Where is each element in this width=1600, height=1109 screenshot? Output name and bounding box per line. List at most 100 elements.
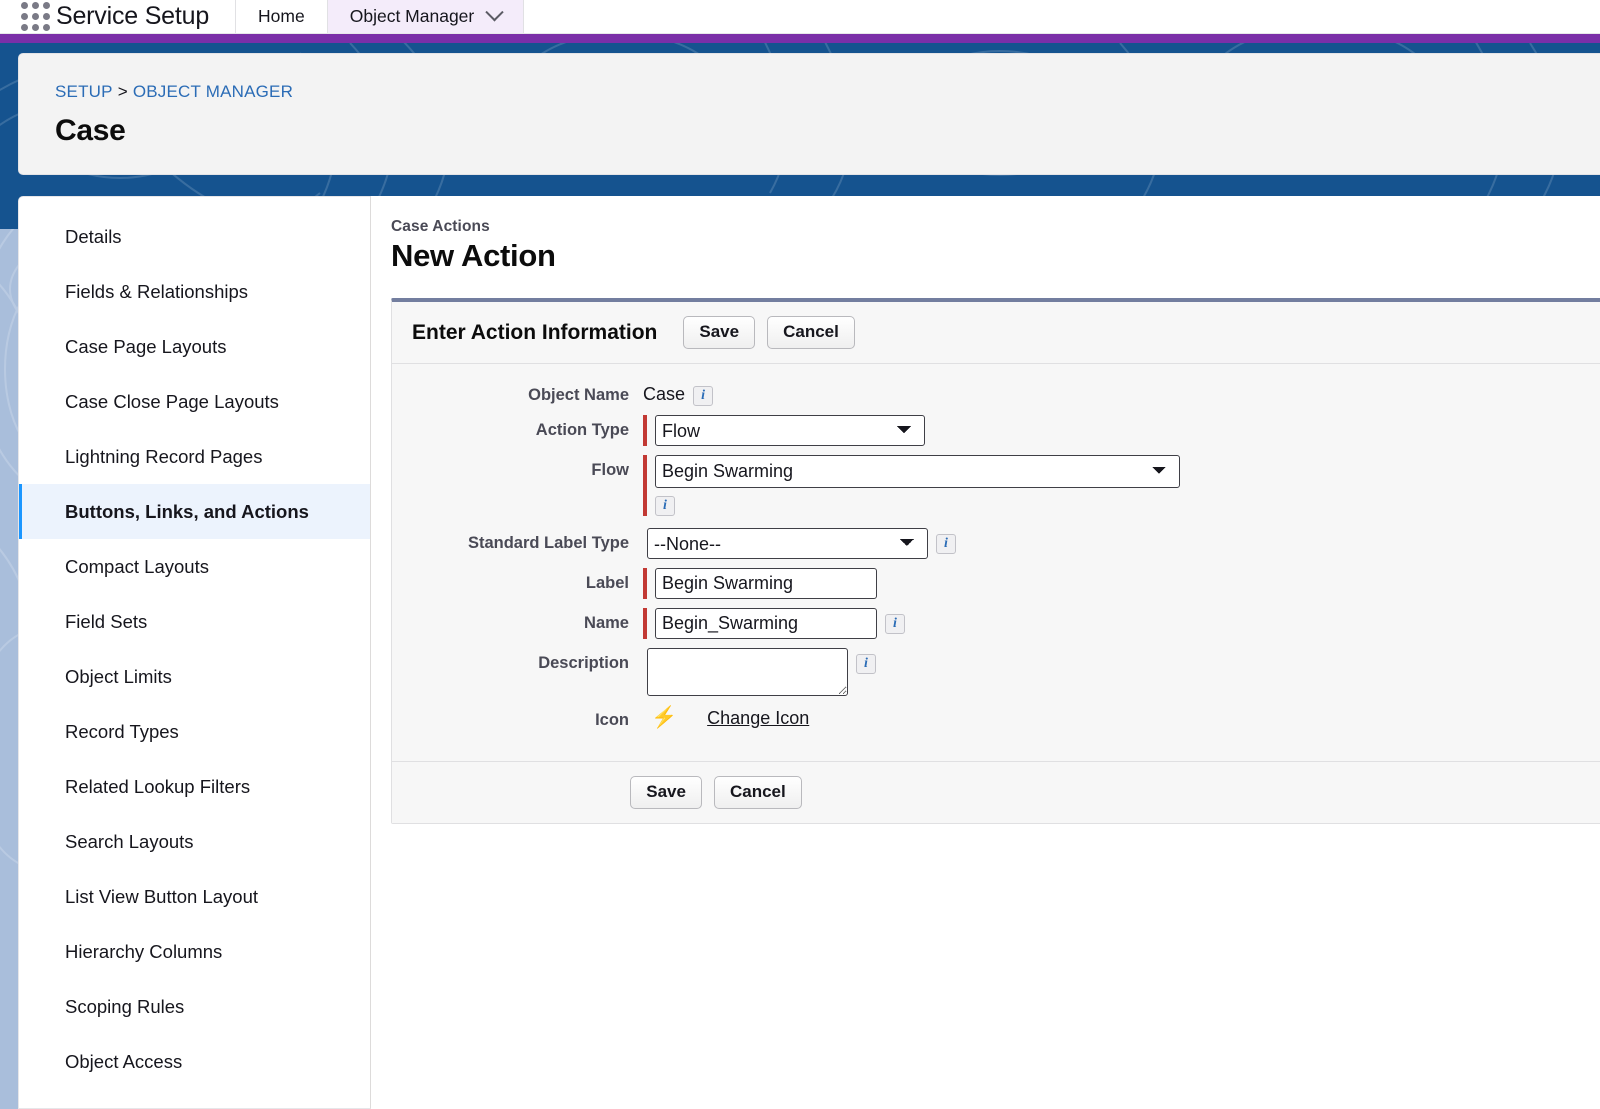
sidebar-item-label: Details <box>65 226 122 248</box>
description-textarea[interactable] <box>647 648 848 696</box>
icon-field-control: ⚡ Change Icon <box>643 705 809 729</box>
name-field-control: i <box>643 608 905 639</box>
sidebar-item-related-lookup-filters[interactable]: Related Lookup Filters <box>19 759 370 814</box>
sidebar-item-label: Scoping Rules <box>65 996 184 1018</box>
page-header-card: SETUP > OBJECT MANAGER Case <box>18 53 1600 175</box>
field-row-name: Name i <box>392 608 1600 639</box>
sidebar-item-buttons-links-and-actions[interactable]: Buttons, Links, and Actions <box>19 484 370 539</box>
sidebar-item-search-layouts[interactable]: Search Layouts <box>19 814 370 869</box>
name-field-label: Name <box>392 608 643 633</box>
content-eyebrow: Case Actions <box>391 218 1600 236</box>
icon-field-label: Icon <box>392 705 643 730</box>
label-required-indicator <box>643 568 647 599</box>
action-form-panel: Enter Action Information Save Cancel Obj… <box>391 298 1600 824</box>
sidebar-item-list-view-button-layout[interactable]: List View Button Layout <box>19 869 370 924</box>
sidebar-item-field-sets[interactable]: Field Sets <box>19 594 370 649</box>
sidebar-item-lightning-record-pages[interactable]: Lightning Record Pages <box>19 429 370 484</box>
flow-info-icon[interactable]: i <box>655 496 675 516</box>
content-title: New Action <box>391 238 1600 274</box>
sidebar-item-label: List View Button Layout <box>65 886 258 908</box>
object-name-label: Object Name <box>392 380 643 405</box>
form-panel-body: Object Name Case i Action Type Flow <box>392 364 1600 761</box>
name-info-icon[interactable]: i <box>885 614 905 634</box>
sidebar-item-compact-layouts[interactable]: Compact Layouts <box>19 539 370 594</box>
save-button-top[interactable]: Save <box>683 316 755 350</box>
lightning-bolt-icon: ⚡ <box>651 705 677 728</box>
object-name-info-icon[interactable]: i <box>693 386 713 406</box>
label-input[interactable] <box>655 568 877 599</box>
flow-label: Flow <box>392 455 643 480</box>
flow-required-indicator <box>643 455 647 516</box>
action-type-required-indicator <box>643 415 647 446</box>
sidebar-item-label: Search Layouts <box>65 831 194 853</box>
sidebar-item-record-types[interactable]: Record Types <box>19 704 370 759</box>
sidebar-item-case-close-page-layouts[interactable]: Case Close Page Layouts <box>19 374 370 429</box>
sidebar-item-details[interactable]: Details <box>19 209 370 264</box>
nav-tab-object-manager-label: Object Manager <box>350 6 475 27</box>
cancel-button-bottom[interactable]: Cancel <box>714 776 802 810</box>
global-header: Service Setup Home Object Manager <box>0 0 1600 34</box>
breadcrumb-setup-link[interactable]: SETUP <box>55 82 113 101</box>
sidebar-item-label: Field Sets <box>65 611 147 633</box>
page-root: Service Setup Home Object Manager <box>0 0 1600 1109</box>
sidebar-item-scoping-rules[interactable]: Scoping Rules <box>19 979 370 1034</box>
field-row-action-type: Action Type Flow <box>392 415 1600 446</box>
sidebar-item-label: Buttons, Links, and Actions <box>65 501 309 523</box>
field-row-flow: Flow Begin Swarming i <box>392 455 1600 516</box>
description-control: i <box>643 648 876 696</box>
breadcrumb-object-manager-link[interactable]: OBJECT MANAGER <box>133 82 293 101</box>
sidebar-item-hierarchy-columns[interactable]: Hierarchy Columns <box>19 924 370 979</box>
standard-label-type-label: Standard Label Type <box>392 528 643 553</box>
field-row-icon: Icon ⚡ Change Icon <box>392 705 1600 730</box>
action-type-select[interactable]: Flow <box>655 415 925 446</box>
nav-tab-home-label: Home <box>258 6 305 27</box>
field-row-label: Label <box>392 568 1600 599</box>
save-button-bottom[interactable]: Save <box>630 776 702 810</box>
chevron-down-icon <box>486 3 504 21</box>
sidebar-item-label: Lightning Record Pages <box>65 446 262 468</box>
sidebar-item-label: Compact Layouts <box>65 556 209 578</box>
name-input[interactable] <box>655 608 877 639</box>
sidebar-item-label: Case Page Layouts <box>65 336 226 358</box>
body-row: Details Fields & Relationships Case Page… <box>18 196 1600 1109</box>
breadcrumb: SETUP > OBJECT MANAGER <box>55 82 1600 102</box>
label-field-label: Label <box>392 568 643 593</box>
content-pane: Case Actions New Action Enter Action Inf… <box>371 196 1600 1109</box>
sidebar-item-label: Case Close Page Layouts <box>65 391 279 413</box>
page-title: Case <box>55 114 1600 148</box>
sidebar-item-object-access[interactable]: Object Access <box>19 1034 370 1089</box>
app-launcher-grid-icon <box>21 2 50 31</box>
breadcrumb-separator: > <box>118 82 128 101</box>
change-icon-link[interactable]: Change Icon <box>707 705 809 729</box>
action-type-label: Action Type <box>392 415 643 440</box>
form-panel-title: Enter Action Information <box>412 321 657 345</box>
form-header-actions: Save Cancel <box>683 316 854 350</box>
sidebar-item-label: Object Limits <box>65 666 172 688</box>
sidebar-item-label: Fields & Relationships <box>65 281 248 303</box>
app-name: Service Setup <box>56 0 235 33</box>
flow-control: Begin Swarming i <box>643 455 1180 516</box>
nav-tab-object-manager[interactable]: Object Manager <box>328 0 525 33</box>
app-launcher-button[interactable] <box>0 0 56 33</box>
description-info-icon[interactable]: i <box>856 654 876 674</box>
action-type-control: Flow <box>643 415 925 446</box>
form-panel-footer: Save Cancel <box>392 761 1600 823</box>
sidebar-item-object-limits[interactable]: Object Limits <box>19 649 370 704</box>
standard-label-type-info-icon[interactable]: i <box>936 534 956 554</box>
flow-select[interactable]: Begin Swarming <box>655 455 1180 488</box>
standard-label-type-control: --None-- i <box>643 528 956 559</box>
nav-tab-list: Home Object Manager <box>235 0 524 33</box>
sidebar-item-label: Hierarchy Columns <box>65 941 222 963</box>
cancel-button-top[interactable]: Cancel <box>767 316 855 350</box>
sidebar-item-case-page-layouts[interactable]: Case Page Layouts <box>19 319 370 374</box>
standard-label-type-select[interactable]: --None-- <box>647 528 928 559</box>
brand-accent-strip <box>0 34 1600 43</box>
form-panel-header: Enter Action Information Save Cancel <box>392 302 1600 364</box>
description-label: Description <box>392 648 643 673</box>
sidebar-item-label: Related Lookup Filters <box>65 776 250 798</box>
label-field-control <box>643 568 877 599</box>
field-row-description: Description i <box>392 648 1600 696</box>
nav-tab-home[interactable]: Home <box>236 0 328 33</box>
field-row-standard-label-type: Standard Label Type --None-- i <box>392 528 1600 559</box>
sidebar-item-fields-relationships[interactable]: Fields & Relationships <box>19 264 370 319</box>
